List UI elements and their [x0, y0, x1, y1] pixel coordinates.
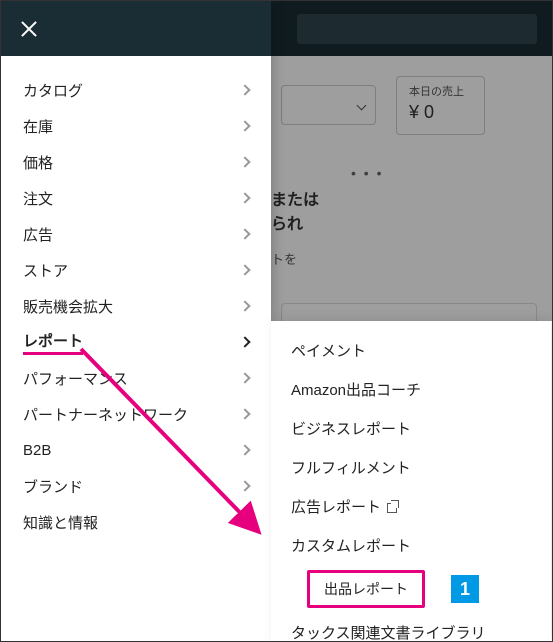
chevron-down-icon — [357, 100, 367, 110]
menu-item-catalog[interactable]: カタログ — [1, 72, 271, 108]
menu-item-label: B2B — [23, 442, 51, 459]
menu-item-label: 在庫 — [23, 116, 53, 137]
more-actions[interactable]: • • • — [351, 165, 537, 181]
chevron-right-icon — [239, 444, 250, 455]
menu-header — [1, 1, 271, 56]
menu-item-ads[interactable]: 広告 — [1, 216, 271, 252]
menu-item-opportunity[interactable]: 販売機会拡大 — [1, 288, 271, 324]
menu-item-knowledge[interactable]: 知識と情報 — [1, 504, 271, 540]
menu-item-b2b[interactable]: B2B — [1, 432, 271, 468]
chevron-right-icon — [239, 372, 250, 383]
menu-item-label: レポート — [23, 330, 83, 355]
external-link-icon — [387, 501, 398, 512]
menu-item-label: ブランド — [23, 476, 83, 497]
submenu-item-label: ペイメント — [291, 340, 366, 361]
partial-text-1: または — [271, 189, 537, 213]
partial-text-2: られ — [271, 213, 537, 237]
submenu-item-label: カスタムレポート — [291, 535, 411, 556]
reports-submenu-panel: ペイメント Amazon出品コーチ ビジネスレポート フルフィルメント 広告レポ… — [271, 321, 551, 641]
menu-item-store[interactable]: ストア — [1, 252, 271, 288]
chevron-right-icon — [239, 156, 250, 167]
menu-item-label: パートナーネットワーク — [23, 404, 188, 425]
sales-label: 本日の売上 — [409, 85, 464, 100]
menu-item-label: 販売機会拡大 — [23, 296, 113, 317]
chevron-right-icon — [239, 300, 250, 311]
app-frame: 本日の売上 ¥ 0 • • • または られ トを 重要なお知らせ 2022/0… — [0, 0, 553, 642]
submenu-item-seller-coach[interactable]: Amazon出品コーチ — [271, 370, 551, 409]
submenu-item-ad-reports[interactable]: 広告レポート — [271, 487, 551, 526]
period-select[interactable] — [281, 85, 376, 125]
chevron-right-icon — [239, 192, 250, 203]
sales-value: ¥ 0 — [409, 100, 464, 125]
menu-item-performance[interactable]: パフォーマンス — [1, 360, 271, 396]
annotation-marker-1: 1 — [451, 575, 479, 603]
menu-item-reports[interactable]: レポート — [1, 324, 271, 360]
submenu-item-payments[interactable]: ペイメント — [271, 331, 551, 370]
submenu-item-label: タックス関連文書ライブラリ — [291, 622, 486, 642]
submenu-item-label: ビジネスレポート — [291, 418, 411, 439]
chevron-right-icon — [239, 84, 250, 95]
submenu-item-tax-docs[interactable]: タックス関連文書ライブラリ — [271, 613, 551, 642]
submenu-item-business-reports[interactable]: ビジネスレポート — [271, 409, 551, 448]
submenu-item-label: Amazon出品コーチ — [291, 379, 421, 400]
menu-item-pricing[interactable]: 価格 — [1, 144, 271, 180]
menu-item-brand[interactable]: ブランド — [1, 468, 271, 504]
menu-item-label: パフォーマンス — [23, 368, 128, 389]
menu-item-label: カタログ — [23, 80, 83, 101]
menu-item-label: 広告 — [23, 224, 53, 245]
menu-item-inventory[interactable]: 在庫 — [1, 108, 271, 144]
menu-list: カタログ 在庫 価格 注文 広告 ストア 販売機会拡大 レポート パフォーマンス… — [1, 56, 271, 540]
submenu-item-label: 出品レポート — [324, 581, 408, 597]
partial-text-3: トを — [271, 249, 537, 268]
chevron-right-icon — [239, 336, 250, 347]
menu-item-partner-network[interactable]: パートナーネットワーク — [1, 396, 271, 432]
sales-card: 本日の売上 ¥ 0 — [396, 76, 485, 135]
main-menu-panel: カタログ 在庫 価格 注文 広告 ストア 販売機会拡大 レポート パフォーマンス… — [1, 1, 271, 641]
menu-item-label: 注文 — [23, 188, 53, 209]
close-icon[interactable] — [19, 19, 39, 39]
menu-item-label: ストア — [23, 260, 68, 281]
search-input[interactable] — [297, 14, 537, 44]
menu-item-label: 価格 — [23, 152, 53, 173]
submenu-item-label: 広告レポート — [291, 496, 381, 517]
chevron-right-icon — [239, 264, 250, 275]
chevron-right-icon — [239, 408, 250, 419]
chevron-right-icon — [239, 228, 250, 239]
submenu-item-listing-reports[interactable]: 出品レポート — [307, 570, 425, 608]
menu-item-orders[interactable]: 注文 — [1, 180, 271, 216]
menu-item-label: 知識と情報 — [23, 512, 98, 533]
submenu-item-label: フルフィルメント — [291, 457, 411, 478]
submenu-item-custom-reports[interactable]: カスタムレポート — [271, 526, 551, 565]
chevron-right-icon — [239, 480, 250, 491]
submenu-item-fulfillment[interactable]: フルフィルメント — [271, 448, 551, 487]
chevron-right-icon — [239, 120, 250, 131]
